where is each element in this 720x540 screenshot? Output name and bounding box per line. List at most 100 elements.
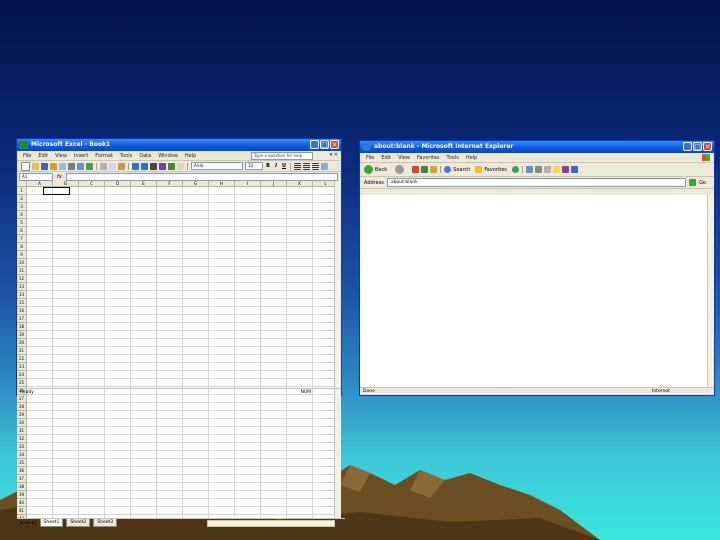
autosum-icon[interactable] (150, 162, 157, 170)
sort-icon[interactable] (159, 162, 166, 170)
stop-icon[interactable] (412, 166, 420, 173)
bold-button[interactable]: B (265, 163, 271, 169)
sheet-tab-1[interactable]: Sheet1 (39, 519, 64, 527)
row-header[interactable]: 38 (17, 483, 27, 491)
row-header[interactable]: 30 (17, 419, 27, 427)
go-arrow-icon[interactable] (689, 179, 697, 186)
formula-input[interactable] (65, 172, 338, 181)
row-header[interactable]: 32 (17, 435, 27, 443)
row-header[interactable]: 16 (17, 307, 27, 315)
row-header[interactable]: 1 (17, 187, 27, 195)
messenger-icon[interactable] (561, 166, 569, 173)
row-header[interactable]: 19 (17, 331, 27, 339)
align-right-icon[interactable] (312, 162, 319, 170)
search-button-label[interactable]: Search (453, 167, 470, 173)
close-button[interactable]: ✕ (330, 140, 339, 149)
excel-window[interactable]: Microsoft Excel - Book1 _ □ ✕ File Edit … (16, 138, 345, 527)
column-header[interactable]: J (261, 181, 287, 187)
column-header[interactable]: L (313, 181, 336, 187)
row-header[interactable]: 20 (17, 339, 27, 347)
row-header[interactable]: 18 (17, 323, 27, 331)
row-header[interactable]: 34 (17, 451, 27, 459)
row-header[interactable]: 9 (17, 251, 27, 259)
column-header[interactable]: F (157, 181, 183, 187)
menu-insert[interactable]: Insert (74, 153, 88, 159)
font-name-select[interactable]: Arial (191, 162, 243, 170)
row-header[interactable]: 5 (17, 219, 27, 227)
sheet-tab-3[interactable]: Sheet3 (93, 519, 118, 527)
search-icon[interactable] (444, 166, 452, 173)
underline-button[interactable]: U (281, 163, 287, 169)
ie-window[interactable]: about:blank - Microsoft Internet Explore… (359, 140, 715, 396)
home-icon[interactable] (430, 166, 438, 173)
menu-window[interactable]: Window (158, 153, 178, 159)
maximize-button[interactable]: □ (320, 140, 329, 149)
merge-center-icon[interactable] (321, 162, 328, 170)
column-header[interactable]: D (105, 181, 131, 187)
forward-icon[interactable] (395, 165, 405, 174)
row-header[interactable]: 13 (17, 283, 27, 291)
row-header[interactable]: 12 (17, 275, 27, 283)
minimize-button[interactable]: _ (310, 140, 319, 149)
row-header[interactable]: 6 (17, 227, 27, 235)
row-header[interactable]: 3 (17, 203, 27, 211)
menu-tools[interactable]: Tools (447, 155, 459, 161)
row-header[interactable]: 28 (17, 403, 27, 411)
align-center-icon[interactable] (303, 162, 310, 170)
function-icon[interactable]: fx (57, 174, 62, 180)
research-icon[interactable] (570, 166, 578, 173)
align-left-icon[interactable] (294, 162, 301, 170)
column-header[interactable]: H (209, 181, 235, 187)
menu-file[interactable]: File (366, 155, 374, 161)
favorites-button-label[interactable]: Favorites (484, 167, 507, 173)
row-header[interactable]: 39 (17, 491, 27, 499)
menu-edit[interactable]: Edit (38, 153, 48, 159)
row-header[interactable]: 35 (17, 459, 27, 467)
address-input[interactable]: about:blank (386, 178, 687, 187)
go-button[interactable]: Go (699, 180, 706, 186)
menu-view[interactable]: View (55, 153, 67, 159)
discuss-icon[interactable] (552, 166, 560, 173)
back-icon[interactable] (364, 165, 373, 174)
horizontal-scrollbar[interactable] (207, 520, 335, 527)
worksheet-grid[interactable]: A B C D E F G H I J K L 1 2 3 4 5 6 7 8 9 10 11 12 13 14 15 16 17 18 1… (17, 181, 336, 518)
maximize-button[interactable]: □ (693, 142, 702, 151)
column-header[interactable]: C (79, 181, 105, 187)
menu-close-icon[interactable]: ▾ ✕ (330, 152, 338, 158)
menu-tools[interactable]: Tools (120, 153, 132, 159)
row-header[interactable]: 40 (17, 499, 27, 507)
row-header[interactable]: 8 (17, 243, 27, 251)
menu-favorites[interactable]: Favorites (417, 155, 440, 161)
row-header[interactable]: 41 (17, 507, 27, 515)
copy-icon[interactable] (109, 162, 116, 170)
row-header[interactable]: 11 (17, 267, 27, 275)
chart-icon[interactable] (168, 162, 175, 170)
menu-data[interactable]: Data (139, 153, 151, 159)
favorites-icon[interactable] (475, 166, 483, 173)
row-header[interactable]: 10 (17, 259, 27, 267)
ask-question-input[interactable]: Type a question for help (251, 152, 313, 160)
menu-view[interactable]: View (398, 155, 410, 161)
mail-icon[interactable] (525, 166, 533, 173)
excel-titlebar[interactable]: Microsoft Excel - Book1 _ □ ✕ (17, 139, 341, 151)
tab-navigation-arrows[interactable]: ◂ ◂ ▸ ▸| (20, 520, 37, 526)
spelling-icon[interactable] (86, 162, 93, 170)
cut-icon[interactable] (100, 162, 107, 170)
email-icon[interactable] (59, 162, 66, 170)
back-button-label[interactable]: Back (375, 167, 387, 173)
row-header[interactable]: 27 (17, 395, 27, 403)
row-header[interactable]: 15 (17, 299, 27, 307)
refresh-icon[interactable] (421, 166, 429, 173)
edit-icon[interactable] (543, 166, 551, 173)
print-preview-icon[interactable] (77, 162, 84, 170)
row-header[interactable]: 33 (17, 443, 27, 451)
column-header[interactable]: G (183, 181, 209, 187)
italic-button[interactable]: I (273, 163, 279, 169)
column-header[interactable]: I (235, 181, 261, 187)
zoom-icon[interactable] (177, 162, 184, 170)
font-size-select[interactable]: 10 (245, 162, 263, 170)
vertical-scrollbar[interactable] (707, 195, 714, 387)
row-header[interactable]: 7 (17, 235, 27, 243)
print-icon[interactable] (534, 166, 542, 173)
menu-file[interactable]: File (23, 153, 31, 159)
